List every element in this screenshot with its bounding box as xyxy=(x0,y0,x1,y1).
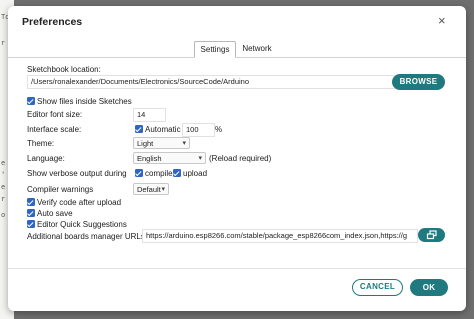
edit-urls-button[interactable] xyxy=(418,228,445,242)
footer-divider xyxy=(8,268,466,269)
auto-save-checkbox[interactable] xyxy=(27,209,35,217)
background-text-fragment: r xyxy=(1,40,6,48)
show-files-checkbox[interactable] xyxy=(27,97,35,105)
verify-after-upload-checkbox[interactable] xyxy=(27,198,35,206)
background-text-fragment: ' xyxy=(1,172,6,180)
quick-suggestions-label: Editor Quick Suggestions xyxy=(37,220,127,229)
browse-button[interactable]: BROWSE xyxy=(392,74,445,90)
verbose-compile-label: compile xyxy=(145,169,173,178)
background-text-fragment: e xyxy=(1,160,6,168)
chevron-down-icon: ▾ xyxy=(198,155,202,162)
settings-panel: Sketchbook location: /Users/ronalexander… xyxy=(22,61,456,243)
sketchbook-location-label: Sketchbook location: xyxy=(27,65,101,74)
compiler-warnings-value: Default xyxy=(137,185,161,194)
chevron-down-icon: ▾ xyxy=(161,186,165,193)
background-text-fragment: r xyxy=(1,196,6,204)
ok-button[interactable]: OK xyxy=(410,279,448,296)
chevron-down-icon: ▾ xyxy=(182,140,186,147)
verbose-upload-label: upload xyxy=(183,169,208,178)
quick-suggestions-checkbox[interactable] xyxy=(27,220,35,228)
theme-select[interactable]: Light ▾ xyxy=(133,137,190,149)
scale-unit-label: % xyxy=(215,125,223,134)
tab-network[interactable]: Network xyxy=(237,41,277,56)
tab-settings[interactable]: Settings xyxy=(194,41,236,58)
interface-scale-input[interactable]: 100 xyxy=(182,123,215,137)
theme-select-value: Light xyxy=(137,139,154,148)
interface-scale-label: Interface scale: xyxy=(27,125,82,134)
verbose-output-label: Show verbose output during xyxy=(27,169,127,178)
open-window-icon xyxy=(426,230,437,240)
tab-bar: Settings Network xyxy=(8,41,466,58)
preferences-dialog: Preferences × Settings Network Sketchboo… xyxy=(8,6,466,311)
editor-font-size-input[interactable]: 14 xyxy=(133,108,166,122)
sketchbook-location-input[interactable]: /Users/ronalexander/Documents/Electronic… xyxy=(27,75,400,89)
show-files-label: Show files inside Sketches xyxy=(37,97,132,106)
theme-label: Theme: xyxy=(27,139,55,148)
language-select-value: English xyxy=(137,154,162,163)
dialog-title: Preferences xyxy=(22,16,83,28)
background-text-fragment: e xyxy=(1,184,6,192)
compiler-warnings-select[interactable]: Default ▾ xyxy=(133,183,169,195)
cancel-button[interactable]: CANCEL xyxy=(352,279,403,296)
background-text-fragment: o xyxy=(1,212,6,220)
editor-font-size-label: Editor font size: xyxy=(27,110,83,119)
boards-manager-urls-input[interactable]: https://arduino.esp8266.com/stable/packa… xyxy=(142,229,418,243)
auto-save-label: Auto save xyxy=(37,209,73,218)
close-icon[interactable]: × xyxy=(438,14,446,28)
automatic-scale-checkbox[interactable] xyxy=(135,125,143,133)
verify-after-upload-label: Verify code after upload xyxy=(37,198,122,207)
language-select[interactable]: English ▾ xyxy=(133,152,206,164)
language-label: Language: xyxy=(27,154,65,163)
verbose-compile-checkbox[interactable] xyxy=(135,169,143,177)
reload-required-note: (Reload required) xyxy=(209,154,272,163)
automatic-scale-label: Automatic xyxy=(145,125,181,134)
boards-manager-urls-label: Additional boards manager URLs: xyxy=(27,232,148,241)
compiler-warnings-label: Compiler warnings xyxy=(27,185,94,194)
verbose-upload-checkbox[interactable] xyxy=(173,169,181,177)
